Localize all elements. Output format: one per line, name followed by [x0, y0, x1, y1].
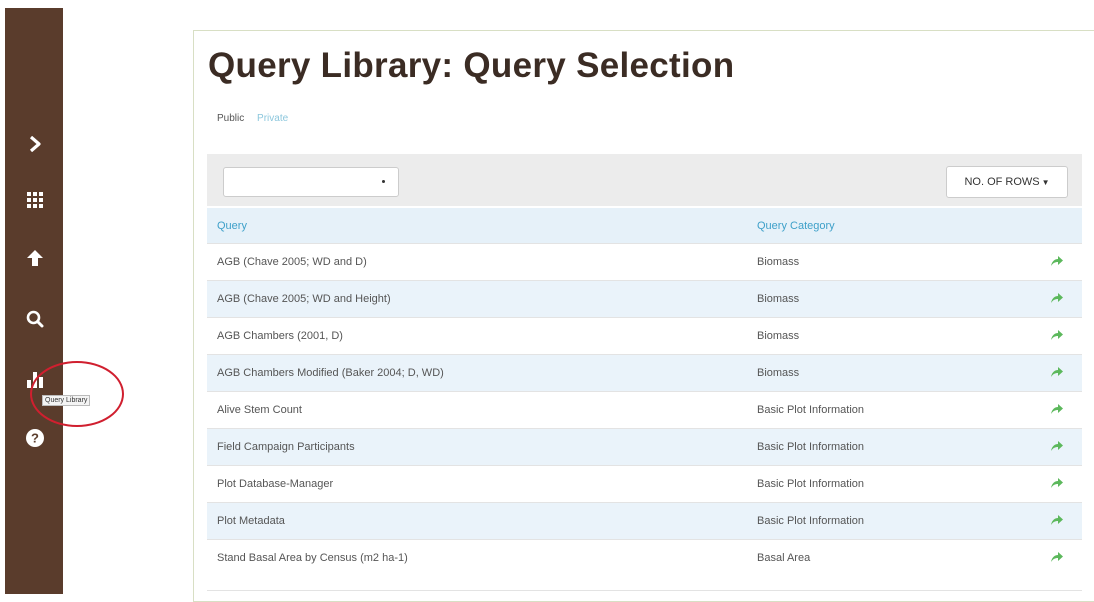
query-category: Basic Plot Information [747, 502, 1032, 540]
query-name: Stand Basal Area by Census (m2 ha-1) [207, 539, 747, 576]
table-row[interactable]: AGB Chambers Modified (Baker 2004; D, WD… [207, 354, 1082, 392]
share-arrow-icon[interactable] [1032, 317, 1082, 355]
svg-text:?: ? [31, 431, 39, 446]
tab-public[interactable]: Public [217, 113, 244, 124]
sidebar: ? [5, 8, 63, 594]
table-row[interactable]: AGB Chambers (2001, D) Biomass [207, 317, 1082, 355]
share-arrow-icon[interactable] [1032, 391, 1082, 429]
visibility-tabs: Public Private [217, 113, 288, 124]
cloud-upload-icon[interactable] [23, 246, 47, 270]
table-header-row: Query Query Category [207, 208, 1082, 244]
table-row[interactable]: Plot Metadata Basic Plot Information [207, 502, 1082, 540]
help-icon[interactable]: ? [23, 426, 47, 450]
query-category: Biomass [747, 280, 1032, 318]
category-select[interactable] [223, 167, 399, 197]
query-category: Biomass [747, 317, 1032, 355]
caret-down-icon: ▼ [1041, 177, 1050, 187]
share-arrow-icon[interactable] [1032, 243, 1082, 281]
table-row[interactable]: AGB (Chave 2005; WD and Height) Biomass [207, 280, 1082, 318]
share-arrow-icon[interactable] [1032, 428, 1082, 466]
rows-count-button[interactable]: NO. OF ROWS ▼ [946, 166, 1068, 198]
share-arrow-icon[interactable] [1032, 502, 1082, 540]
query-name: Plot Metadata [207, 502, 747, 540]
table-toolbar: NO. OF ROWS ▼ [207, 154, 1082, 206]
query-category: Basic Plot Information [747, 391, 1032, 429]
query-name: AGB Chambers Modified (Baker 2004; D, WD… [207, 354, 747, 392]
highlight-circle [30, 361, 124, 427]
table-row[interactable]: Alive Stem Count Basic Plot Information [207, 391, 1082, 429]
share-arrow-icon[interactable] [1032, 539, 1082, 576]
share-arrow-icon[interactable] [1032, 465, 1082, 503]
select-caret-icon [382, 180, 385, 183]
search-icon[interactable] [23, 307, 47, 331]
query-table: Query Query Category AGB (Chave 2005; WD… [207, 208, 1082, 576]
query-category: Basic Plot Information [747, 465, 1032, 503]
share-arrow-icon[interactable] [1032, 280, 1082, 318]
query-name: AGB (Chave 2005; WD and D) [207, 243, 747, 281]
rows-button-label: NO. OF ROWS [964, 176, 1040, 188]
query-name: AGB Chambers (2001, D) [207, 317, 747, 355]
query-name: AGB (Chave 2005; WD and Height) [207, 280, 747, 318]
query-name: Plot Database-Manager [207, 465, 747, 503]
column-header-action [1032, 208, 1082, 244]
query-category: Basic Plot Information [747, 428, 1032, 466]
tab-private[interactable]: Private [257, 113, 288, 124]
column-header-category[interactable]: Query Category [747, 208, 1032, 244]
table-row[interactable]: Plot Database-Manager Basic Plot Informat… [207, 465, 1082, 503]
table-row[interactable]: AGB (Chave 2005; WD and D) Biomass [207, 243, 1082, 281]
query-category: Biomass [747, 243, 1032, 281]
page-title: Query Library: Query Selection [208, 46, 735, 85]
query-category: Basal Area [747, 539, 1032, 576]
table-bottom-border [207, 590, 1082, 591]
grid-icon[interactable] [23, 188, 47, 212]
query-name: Field Campaign Participants [207, 428, 747, 466]
column-header-query[interactable]: Query [207, 208, 747, 244]
query-name: Alive Stem Count [207, 391, 747, 429]
table-row[interactable]: Field Campaign Participants Basic Plot In… [207, 428, 1082, 466]
chevron-right-icon[interactable] [23, 132, 47, 156]
query-category: Biomass [747, 354, 1032, 392]
table-row[interactable]: Stand Basal Area by Census (m2 ha-1) Basa… [207, 539, 1082, 576]
share-arrow-icon[interactable] [1032, 354, 1082, 392]
